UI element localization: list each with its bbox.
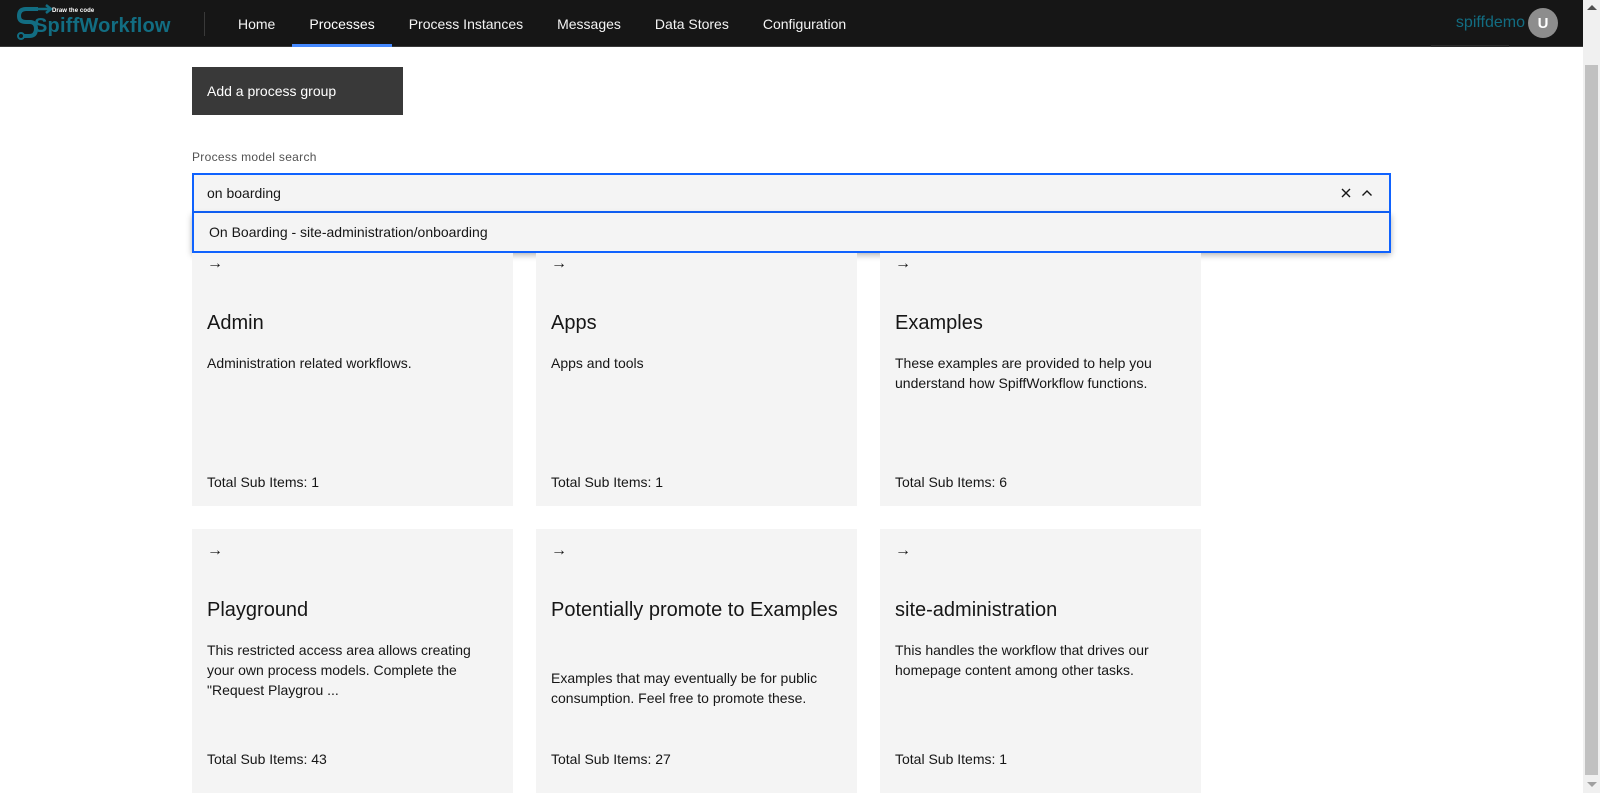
process-group-card-site-administration[interactable]: → site-administration This handles the w… xyxy=(880,529,1201,793)
header-divider xyxy=(204,12,205,36)
process-group-card-playground[interactable]: → Playground This restricted access area… xyxy=(192,529,513,793)
scroll-up-arrow-icon[interactable] xyxy=(1587,5,1597,10)
process-model-search-combobox[interactable] xyxy=(192,173,1391,213)
card-sub-items-count: Total Sub Items: 1 xyxy=(895,751,1008,767)
nav-messages[interactable]: Messages xyxy=(540,0,638,47)
chevron-up-icon[interactable] xyxy=(1360,186,1374,200)
process-group-card-admin[interactable]: → Admin Administration related workflows… xyxy=(192,253,513,506)
card-title: Potentially promote to Examples xyxy=(551,599,838,621)
arrow-right-icon: → xyxy=(895,255,911,272)
avatar[interactable]: U xyxy=(1528,8,1558,38)
search-results-dropdown: On Boarding - site-administration/onboar… xyxy=(192,213,1391,253)
search-label: Process model search xyxy=(192,150,317,164)
scroll-down-arrow-icon[interactable] xyxy=(1587,782,1597,787)
card-description: Examples that may eventually be for publ… xyxy=(551,670,818,706)
card-title: Examples xyxy=(895,312,983,334)
card-sub-items-count: Total Sub Items: 6 xyxy=(895,474,1008,490)
spiffworkflow-logo[interactable]: Draw the code SpiffWorkflow xyxy=(16,4,171,42)
page-scrollbar[interactable] xyxy=(1583,0,1600,793)
username[interactable]: spiffdemo xyxy=(1456,14,1525,32)
nav-data-stores[interactable]: Data Stores xyxy=(638,0,746,47)
nav-home[interactable]: Home xyxy=(221,0,292,47)
top-header: Draw the code SpiffWorkflow Home Process… xyxy=(0,0,1583,47)
card-sub-items-count: Total Sub Items: 1 xyxy=(551,474,664,490)
arrow-right-icon: → xyxy=(551,255,567,272)
card-sub-items-count: Total Sub Items: 43 xyxy=(207,751,327,767)
card-title: site-administration xyxy=(895,599,1058,621)
process-group-card-examples[interactable]: → Examples These examples are provided t… xyxy=(880,253,1201,506)
clear-icon[interactable] xyxy=(1339,186,1353,200)
card-title: Apps xyxy=(551,312,597,334)
card-sub-items-count: Total Sub Items: 1 xyxy=(207,474,320,490)
card-description: Administration related workflows. xyxy=(207,355,412,371)
search-result-item[interactable]: On Boarding - site-administration/onboar… xyxy=(194,213,1389,251)
scroll-thumb[interactable] xyxy=(1585,65,1598,775)
card-description: This handles the workflow that drives ou… xyxy=(895,642,1149,678)
card-description: Apps and tools xyxy=(551,355,644,371)
nav-processes[interactable]: Processes xyxy=(292,0,393,47)
process-group-card-potentially-promote[interactable]: → Potentially promote to Examples Exampl… xyxy=(536,529,857,793)
main-nav: Home Processes Process Instances Message… xyxy=(221,0,863,47)
logo-name: SpiffWorkflow xyxy=(34,15,171,37)
arrow-right-icon: → xyxy=(551,542,567,559)
logo-tagline: Draw the code xyxy=(52,8,95,14)
card-title: Admin xyxy=(207,312,264,334)
arrow-right-icon: → xyxy=(207,542,223,559)
process-model-search-input[interactable] xyxy=(207,175,1307,211)
arrow-right-icon: → xyxy=(895,542,911,559)
process-group-card-apps[interactable]: → Apps Apps and tools Total Sub Items: 1 xyxy=(536,253,857,506)
card-title: Playground xyxy=(207,599,309,621)
card-description: These examples are provided to help you … xyxy=(895,355,1152,391)
nav-process-instances[interactable]: Process Instances xyxy=(392,0,540,47)
card-description: This restricted access area allows creat… xyxy=(207,642,471,698)
add-process-group-button[interactable]: Add a process group xyxy=(192,67,403,115)
card-sub-items-count: Total Sub Items: 27 xyxy=(551,751,671,767)
arrow-right-icon: → xyxy=(207,255,223,272)
user-underline xyxy=(1431,45,1509,47)
nav-configuration[interactable]: Configuration xyxy=(746,0,863,47)
user-menu[interactable]: spiffdemo U xyxy=(1456,8,1558,38)
